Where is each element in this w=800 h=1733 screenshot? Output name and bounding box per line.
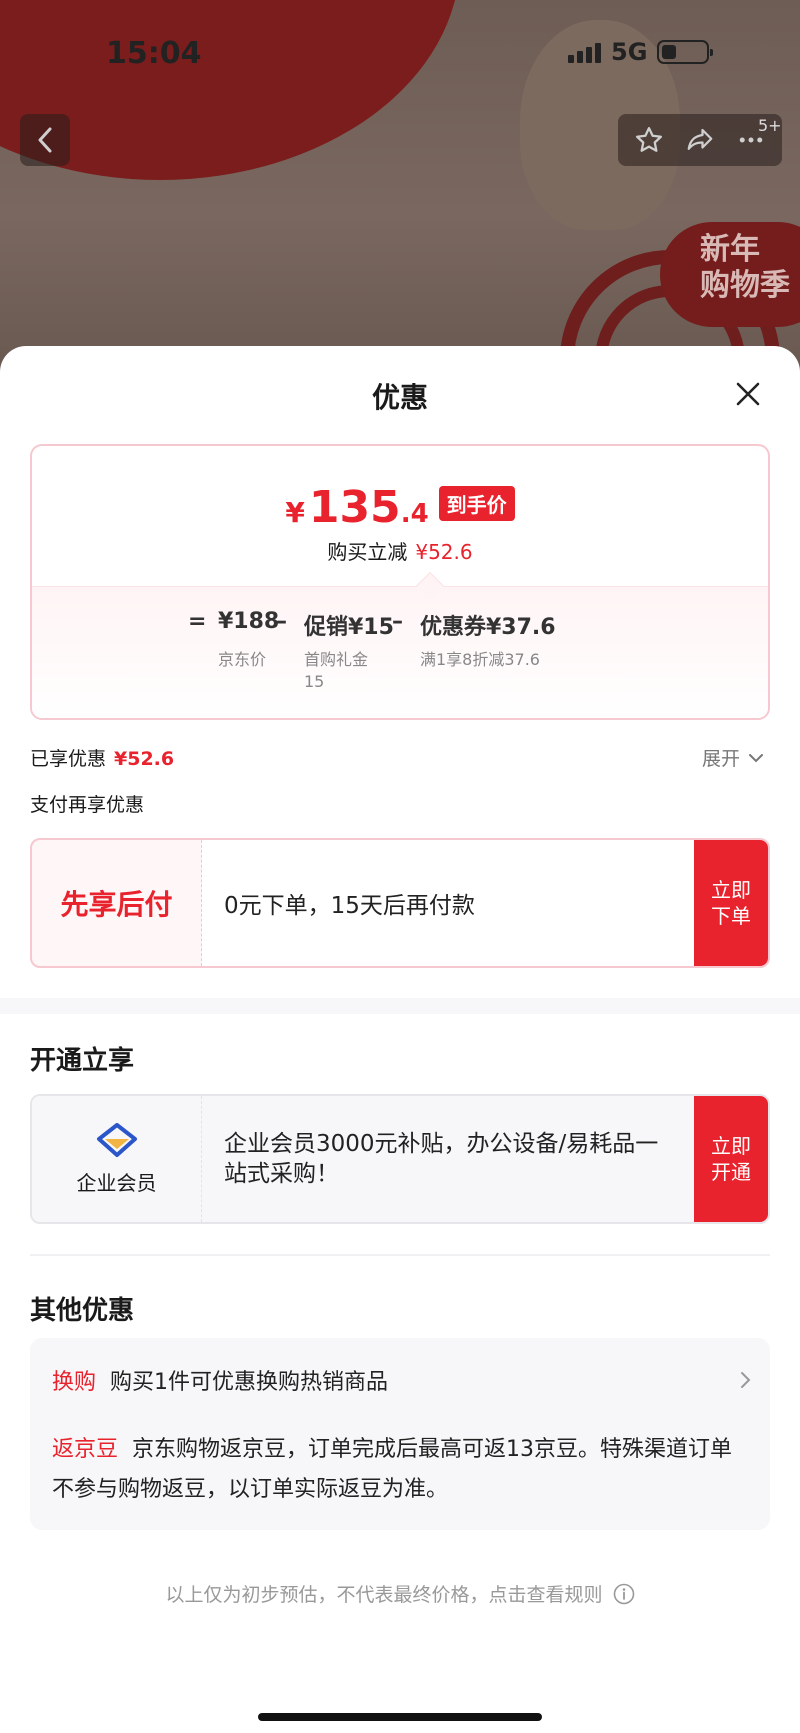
exchange-offer-row[interactable]: 换购 购买1件可优惠换购热销商品 [52, 1364, 752, 1396]
exchange-text: 购买1件可优惠换购热销商品 [110, 1370, 389, 1395]
close-icon[interactable] [730, 376, 766, 412]
price-breakdown-card: ¥ 135 .4 到手价 购买立减 ¥52.6 = ¥188 京东价 – 促销¥1… [30, 444, 770, 720]
member-badge: 企业会员 [32, 1096, 202, 1222]
coupon-label: 满1享8折减37.6 [420, 650, 540, 669]
chevron-right-icon [741, 1372, 751, 1388]
bnpl-description: 0元下单，15天后再付款 [202, 840, 694, 966]
jd-price-label: 京东价 [218, 650, 267, 669]
jd-bean-text: 京东购物返京豆，订单完成后最高可返13京豆。特殊渠道订单不参与购物返豆，以订单实… [52, 1437, 733, 1502]
price-integer: 135 [308, 482, 401, 533]
final-price-section: ¥ 135 .4 到手价 购买立减 ¥52.6 [32, 446, 768, 586]
chevron-down-icon [749, 753, 764, 762]
network-type: 5G [611, 38, 648, 66]
price-decimal: .4 [400, 499, 429, 529]
promo-label: 首购礼金 15 [304, 650, 369, 691]
currency-symbol: ¥ [285, 496, 305, 529]
disclaimer-text: 以上仅为初步预估，不代表最终价格，点击查看规则 [165, 1584, 603, 1606]
back-button[interactable] [20, 114, 70, 166]
other-discounts-box: 换购 购买1件可优惠换购热销商品 返京豆 京东购物返京豆，订单完成后最高可返13京… [30, 1338, 770, 1530]
formula-equals: = [188, 609, 207, 634]
formula-minus-1: – [276, 609, 287, 634]
signal-icon [568, 41, 601, 63]
share-icon[interactable] [685, 125, 715, 155]
final-price: ¥ 135 .4 到手价 [32, 482, 768, 533]
pay-more-label: 支付再享优惠 [30, 794, 145, 816]
other-section-title: 其他优惠 [30, 1296, 135, 1326]
jd-bean-tag: 返京豆 [52, 1437, 119, 1462]
order-now-button[interactable]: 立即下单 [694, 840, 768, 966]
status-indicators: 5G [568, 38, 714, 66]
open-now-button[interactable]: 立即开通 [694, 1096, 768, 1222]
star-icon[interactable] [634, 125, 664, 155]
instant-discount-label: 购买立减 [327, 540, 408, 564]
bnpl-card: 先享后付 0元下单，15天后再付款 立即下单 [30, 838, 770, 968]
instant-discount: 购买立减 ¥52.6 [32, 536, 768, 565]
back-icon [38, 127, 52, 153]
member-label: 企业会员 [76, 1170, 157, 1195]
expand-label: 展开 [702, 748, 741, 770]
member-card: 企业会员 企业会员3000元补贴，办公设备/易耗品一站式采购！ 立即开通 [30, 1094, 770, 1224]
discount-sheet: 优惠 ¥ 135 .4 到手价 购买立减 ¥52.6 = ¥188 京东价 – 促… [0, 346, 800, 1733]
member-description: 企业会员3000元补贴，办公设备/易耗品一站式采购！ [202, 1096, 694, 1222]
battery-icon [657, 40, 714, 64]
jd-bean-row: 返京豆 京东购物返京豆，订单完成后最高可返13京豆。特殊渠道订单不参与购物返豆，以… [52, 1430, 752, 1510]
member-diamond-icon [96, 1122, 137, 1157]
jd-price-value: ¥188 [218, 609, 280, 634]
sheet-title: 优惠 [371, 381, 428, 414]
section-divider [0, 998, 800, 1014]
instant-discount-amount: ¥52.6 [415, 540, 473, 564]
status-time: 15:04 [106, 36, 202, 71]
open-section-title: 开通立享 [30, 1046, 135, 1076]
promo-value: 促销¥15 [304, 615, 394, 640]
info-icon [613, 1583, 634, 1604]
price-formula-section: = ¥188 京东价 – 促销¥15 首购礼金 15 – 优惠券¥37.6 满1… [32, 571, 768, 718]
final-price-tag: 到手价 [438, 486, 515, 521]
exchange-tag: 换购 [52, 1370, 97, 1395]
expand-toggle[interactable]: 展开 [702, 744, 764, 771]
message-count-badge: 5+ [758, 116, 782, 135]
divider-line [30, 1254, 770, 1256]
enjoyed-discount: 已享优惠 ¥52.6 [30, 744, 174, 771]
enjoyed-discount-amount: ¥52.6 [114, 748, 175, 770]
promo-badge: 新年 购物季 [660, 222, 800, 327]
home-indicator [258, 1713, 542, 1721]
coupon-value: 优惠券¥37.6 [420, 615, 556, 640]
enjoyed-discount-label: 已享优惠 [30, 748, 107, 770]
bnpl-title: 先享后付 [32, 840, 202, 966]
disclaimer-link[interactable]: 以上仅为初步预估，不代表最终价格，点击查看规则 [0, 1580, 800, 1607]
formula-minus-2: – [392, 609, 403, 634]
